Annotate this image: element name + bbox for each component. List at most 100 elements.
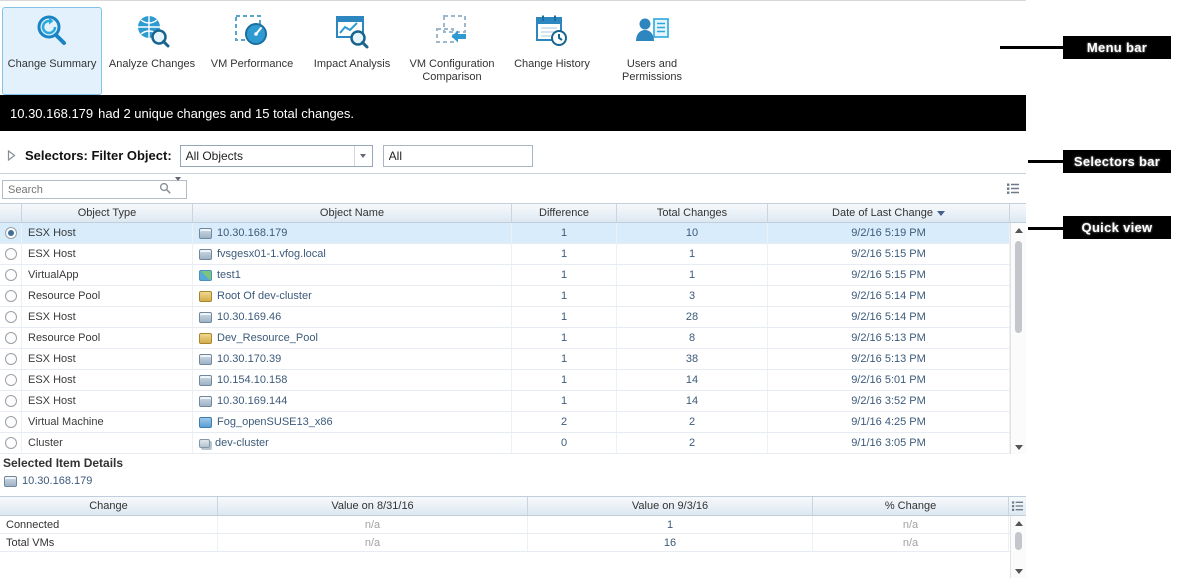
menu-item-analyze-changes[interactable]: Analyze Changes (102, 7, 202, 95)
row-radio[interactable] (5, 227, 17, 239)
menu-item-vm-performance[interactable]: VM Performance (202, 7, 302, 95)
column-chooser-icon[interactable] (1006, 182, 1020, 200)
page: Change Summary Analyze Changes (0, 0, 1188, 581)
column-header-difference[interactable]: Difference (512, 204, 617, 222)
menu-item-impact-analysis[interactable]: Impact Analysis (302, 7, 402, 95)
difference-cell: 1 (512, 391, 617, 411)
column-header-value-before[interactable]: Value on 8/31/16 (218, 497, 528, 515)
row-radio[interactable] (5, 437, 17, 449)
details-row[interactable]: Connected n/a 1 n/a (0, 516, 1026, 534)
row-radio[interactable] (5, 416, 17, 428)
difference-cell: 1 (512, 244, 617, 264)
column-header-pct-change[interactable]: % Change (813, 497, 1009, 515)
table-row[interactable]: ESX Host 10.154.10.158 1 14 9/2/16 5:01 … (0, 370, 1026, 391)
object-type-cell: VirtualApp (22, 265, 193, 285)
menu-item-vm-configuration-comparison[interactable]: VM Configuration Comparison (402, 7, 502, 95)
table-row[interactable]: ESX Host 10.30.169.46 1 28 9/2/16 5:14 P… (0, 307, 1026, 328)
object-name-cell: fvsgesx01-1.vfog.local (193, 244, 512, 264)
column-header-value-after[interactable]: Value on 9/3/16 (528, 497, 813, 515)
scroll-thumb[interactable] (1015, 241, 1022, 333)
table-row[interactable]: ESX Host 10.30.169.144 1 14 9/2/16 3:52 … (0, 391, 1026, 412)
menu-item-change-history[interactable]: Change History (502, 7, 602, 95)
date-cell: 9/2/16 5:14 PM (768, 286, 1010, 306)
scroll-up-icon[interactable] (1011, 516, 1026, 530)
details-title: Selected Item Details (3, 456, 123, 470)
details-column-chooser-icon[interactable] (1009, 497, 1025, 515)
details-row[interactable]: Total VMs n/a 16 n/a (0, 534, 1026, 552)
row-radio[interactable] (5, 248, 17, 260)
column-header-total-changes[interactable]: Total Changes (617, 204, 768, 222)
column-header-date-of-last-change[interactable]: Date of Last Change (768, 204, 1010, 222)
table-row[interactable]: Virtual Machine Fog_openSUSE13_x86 2 2 9… (0, 412, 1026, 433)
virtualapp-icon (199, 270, 212, 281)
esx-host-icon (199, 312, 212, 323)
object-name-text: 10.30.169.144 (217, 395, 287, 407)
total-changes-cell: 38 (617, 349, 768, 369)
scroll-thumb[interactable] (1015, 532, 1022, 550)
scroll-down-icon[interactable] (1011, 440, 1026, 454)
difference-cell: 0 (512, 433, 617, 453)
menu-item-change-summary[interactable]: Change Summary (2, 7, 102, 95)
search-icon[interactable] (159, 181, 171, 199)
scroll-up-icon[interactable] (1011, 223, 1026, 237)
object-filter-input[interactable] (383, 145, 533, 167)
expander-icon[interactable] (7, 150, 16, 161)
search-box (2, 180, 187, 199)
table-row[interactable]: Cluster dev-cluster 0 2 9/1/16 3:05 PM (0, 433, 1026, 454)
esx-host-icon (199, 354, 212, 365)
details-scrollbar[interactable] (1010, 516, 1026, 578)
summary-banner: 10.30.168.179 had 2 unique changes and 1… (0, 95, 1026, 131)
date-cell: 9/2/16 5:15 PM (768, 244, 1010, 264)
menu-bar: Change Summary Analyze Changes (0, 0, 1026, 95)
menu-item-label: Users and Permissions (605, 58, 699, 84)
quick-view-callout: Quick view (1063, 216, 1171, 239)
search-options-chevron-icon[interactable] (175, 181, 181, 199)
row-radio[interactable] (5, 290, 17, 302)
date-cell: 9/2/16 5:15 PM (768, 265, 1010, 285)
table-row[interactable]: Resource Pool Dev_Resource_Pool 1 8 9/2/… (0, 328, 1026, 349)
quick-view-header: Object Type Object Name Difference Total… (0, 203, 1026, 223)
esx-host-icon (4, 476, 17, 487)
object-name-cell: 10.30.168.179 (193, 223, 512, 243)
banner-host: 10.30.168.179 (10, 106, 93, 121)
total-changes-cell: 14 (617, 370, 768, 390)
esx-host-icon (199, 249, 212, 260)
row-radio[interactable] (5, 332, 17, 344)
total-changes-cell: 8 (617, 328, 768, 348)
scroll-track[interactable] (1011, 237, 1026, 440)
table-row[interactable]: ESX Host 10.30.170.39 1 38 9/2/16 5:13 P… (0, 349, 1026, 370)
object-type-dropdown[interactable]: All Objects (180, 145, 373, 167)
esx-host-icon (199, 396, 212, 407)
object-name-cell: 10.30.169.144 (193, 391, 512, 411)
date-cell: 9/2/16 5:14 PM (768, 307, 1010, 327)
row-radio[interactable] (5, 269, 17, 281)
menu-item-users-and-permissions[interactable]: Users and Permissions (602, 7, 702, 95)
table-row[interactable]: Resource Pool Root Of dev-cluster 1 3 9/… (0, 286, 1026, 307)
esx-host-icon (199, 375, 212, 386)
scroll-down-icon[interactable] (1011, 564, 1026, 578)
quick-view-scrollbar[interactable] (1010, 223, 1026, 454)
table-row[interactable]: ESX Host fvsgesx01-1.vfog.local 1 1 9/2/… (0, 244, 1026, 265)
object-type-cell: Virtual Machine (22, 412, 193, 432)
object-name-text: dev-cluster (215, 437, 269, 449)
chevron-down-icon[interactable] (354, 146, 372, 166)
object-name-text: fvsgesx01-1.vfog.local (217, 248, 326, 260)
table-row[interactable]: VirtualApp test1 1 1 9/2/16 5:15 PM (0, 265, 1026, 286)
row-radio[interactable] (5, 374, 17, 386)
selected-item: 10.30.168.179 (4, 475, 92, 487)
row-radio[interactable] (5, 395, 17, 407)
column-header-change[interactable]: Change (0, 497, 218, 515)
search-input[interactable] (3, 182, 159, 197)
table-row[interactable]: ESX Host 10.30.168.179 1 10 9/2/16 5:19 … (0, 223, 1026, 244)
radio-column-header (0, 204, 22, 222)
vm-configuration-comparison-icon (433, 12, 471, 55)
column-header-object-type[interactable]: Object Type (22, 204, 193, 222)
row-radio[interactable] (5, 311, 17, 323)
object-type-cell: ESX Host (22, 391, 193, 411)
change-cell: Connected (0, 516, 218, 533)
menu-item-label: VM Configuration Comparison (405, 58, 499, 84)
date-cell: 9/2/16 5:13 PM (768, 349, 1010, 369)
scroll-track[interactable] (1011, 530, 1026, 564)
row-radio[interactable] (5, 353, 17, 365)
column-header-object-name[interactable]: Object Name (193, 204, 512, 222)
